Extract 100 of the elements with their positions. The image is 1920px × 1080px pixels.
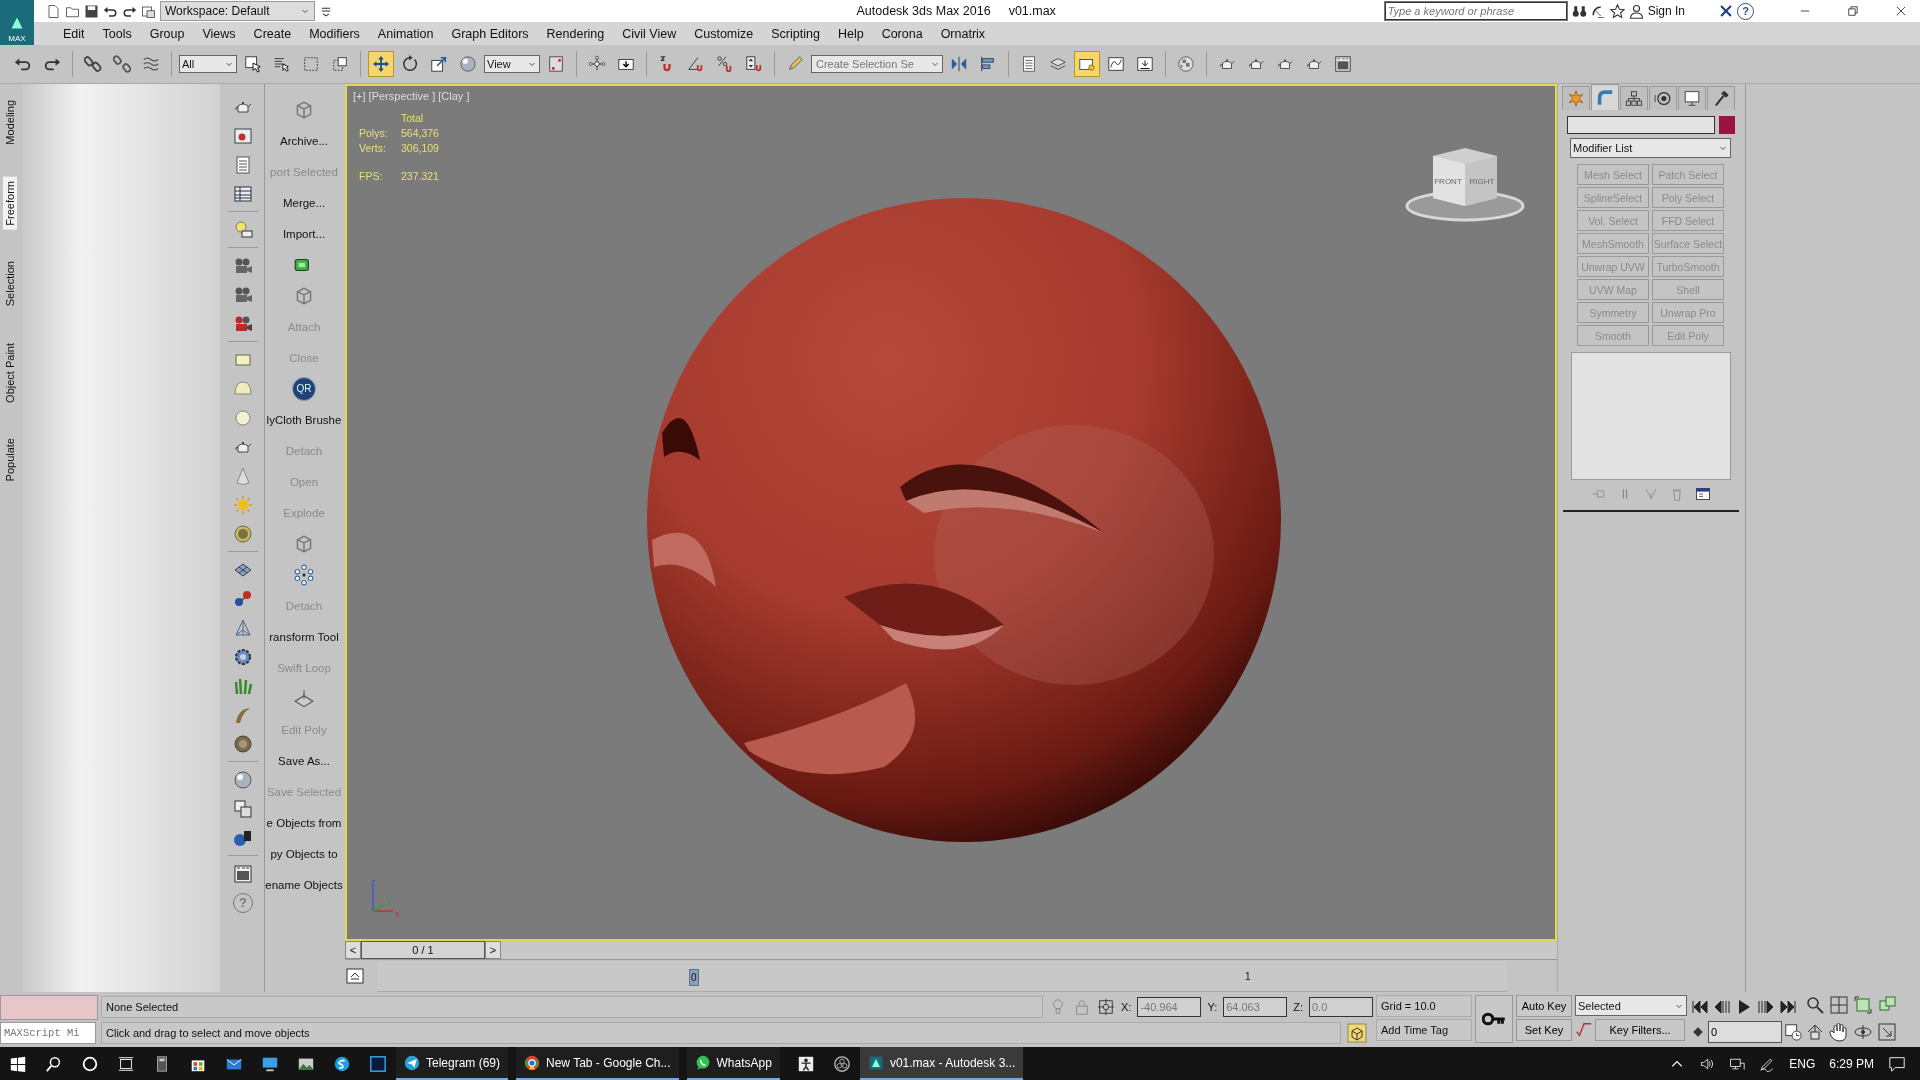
view-cube[interactable]: FRONT RIGHT [1403, 144, 1527, 224]
search-field[interactable]: Type a keyword or phrase [1383, 1, 1568, 21]
current-frame-marker[interactable]: 0 [689, 968, 699, 986]
move-icon[interactable] [368, 51, 394, 77]
render-window-icon[interactable] [233, 125, 253, 146]
square-app-icon[interactable] [369, 1054, 387, 1073]
configure-sets-icon[interactable] [1694, 486, 1711, 502]
menu-item[interactable]: Graph Editors [442, 26, 538, 41]
menu-item[interactable]: Help [828, 26, 873, 41]
menu-item[interactable]: Animation [368, 26, 443, 41]
zoom-icon[interactable] [1805, 995, 1825, 1015]
new-file-icon[interactable] [46, 3, 61, 19]
satellite-dish-icon[interactable] [1590, 3, 1606, 19]
task-view-icon[interactable] [117, 1054, 135, 1073]
command-button[interactable]: Merge... [265, 187, 343, 218]
speech-bubble-icon[interactable] [1888, 1054, 1906, 1073]
skype-icon[interactable] [333, 1054, 351, 1073]
ribbon-tab[interactable]: Modeling [3, 96, 17, 149]
windows-logo-icon[interactable] [9, 1054, 27, 1073]
object-color-swatch[interactable] [1718, 116, 1735, 134]
maximize-toggle-icon[interactable] [1877, 1022, 1897, 1042]
binoculars-icon[interactable] [1571, 3, 1587, 19]
set-keys-button[interactable] [1475, 995, 1513, 1043]
menu-item[interactable]: Group [140, 26, 194, 41]
key-filters-button[interactable]: Key Filters... [1595, 1018, 1685, 1041]
track-bar[interactable]: 0 1 [377, 960, 1507, 992]
molecule-icon[interactable] [233, 588, 253, 609]
command-button[interactable]: ename Objects [265, 869, 343, 900]
circle-outline-icon[interactable] [81, 1054, 99, 1073]
hierarchy-icon[interactable] [1620, 86, 1648, 110]
ribbon-tab[interactable]: Object Paint [3, 338, 17, 407]
list-icon[interactable] [233, 154, 253, 175]
taskbar-app[interactable]: v01.max - Autodesk 3... [859, 1047, 1024, 1080]
clock[interactable]: 6:29 PM [1829, 1056, 1874, 1071]
fur-ball-icon[interactable] [233, 733, 253, 754]
taskbar-app[interactable]: Telegram (69) [396, 1047, 509, 1080]
menu-item[interactable]: Civil View [613, 26, 686, 41]
sign-in-link[interactable]: Sign In [1647, 4, 1685, 18]
target-icon[interactable] [1649, 86, 1677, 110]
menu-item[interactable]: Ornatrix [931, 26, 995, 41]
command-button[interactable]: e Objects from [265, 807, 343, 838]
close-icon[interactable] [1894, 4, 1908, 18]
ribbon-tab[interactable]: Freeform [3, 176, 17, 230]
taskbar-app[interactable]: New Tab - Google Ch... [516, 1047, 679, 1080]
menu-item[interactable]: Tools [93, 26, 141, 41]
table-icon[interactable] [233, 183, 253, 204]
menu-item[interactable]: Scripting [762, 26, 829, 41]
person-icon[interactable] [1628, 3, 1644, 19]
frame-window-icon[interactable] [233, 863, 253, 884]
menu-item[interactable]: Create [244, 26, 301, 41]
hand-icon[interactable] [1829, 1022, 1849, 1042]
command-button[interactable]: lyCloth Brushe [265, 404, 343, 435]
bent-tube-icon[interactable] [1591, 84, 1619, 110]
ribbon-tab[interactable]: Populate [3, 434, 17, 486]
dropdown[interactable]: All [179, 55, 237, 73]
cube-tag-icon[interactable] [1347, 1023, 1367, 1043]
circle-spiral-icon[interactable] [832, 1054, 851, 1073]
key-mode-dropdown[interactable]: Selected [1575, 995, 1687, 1016]
dot-ring-icon[interactable] [293, 563, 315, 586]
time-config-icon[interactable] [1784, 1022, 1802, 1041]
menu-item[interactable]: Rendering [537, 26, 614, 41]
command-button[interactable]: Import... [265, 218, 343, 249]
modifier-list-dropdown[interactable]: Modifier List [1570, 138, 1731, 158]
zoom-extents-icon[interactable] [1853, 995, 1873, 1015]
menu-item[interactable]: Edit [54, 26, 94, 41]
command-button[interactable]: ransform Tool [265, 621, 343, 652]
command-button[interactable]: py Objects to [265, 838, 343, 869]
menu-item[interactable]: Customize [685, 26, 763, 41]
light-bulb-icon[interactable] [233, 219, 253, 240]
next-frame-button[interactable]: > [485, 941, 501, 959]
curve-toggle-icon[interactable] [345, 966, 365, 986]
gear-icon[interactable] [233, 646, 253, 667]
key-curve-icon[interactable] [1575, 1020, 1593, 1039]
field-of-view-icon[interactable] [1805, 1022, 1825, 1042]
menu-item[interactable]: Corona [872, 26, 932, 41]
add-time-tag-button[interactable]: Add Time Tag [1376, 1019, 1472, 1041]
frame-field[interactable]: 0 [1708, 1020, 1782, 1043]
folder-bulb-icon[interactable] [1074, 51, 1100, 77]
zoom-all-icon[interactable] [1829, 995, 1849, 1015]
figure-icon[interactable] [796, 1054, 815, 1073]
hammer-icon[interactable] [1707, 86, 1735, 110]
object-name-field[interactable] [1566, 116, 1715, 134]
taskbar-app[interactable]: WhatsApp [686, 1047, 780, 1080]
menu-item[interactable]: Views [193, 26, 245, 41]
viewport[interactable]: [+] [Perspective ] [Clay ] Total Polys: 564,376 Verts: 306,109 FPS: 237.321 FRONT RIGHT z x y [345, 84, 1557, 941]
workspace-dropdown[interactable]: Workspace: Default [160, 1, 315, 21]
search-icon[interactable] [45, 1054, 63, 1073]
restore-icon[interactable] [1846, 4, 1860, 18]
command-button[interactable]: Archive... [265, 125, 343, 156]
selection-set-field[interactable]: Create Selection Se [811, 55, 943, 73]
star-burst-icon[interactable] [1562, 86, 1590, 110]
time-slider-thumb[interactable]: 0 / 1 [361, 941, 485, 959]
sphere-icon[interactable] [233, 769, 253, 790]
x-shape-icon[interactable] [1719, 4, 1733, 18]
dropdown[interactable]: View [484, 55, 540, 73]
checker-plane-icon[interactable] [293, 687, 315, 710]
star-icon[interactable] [1609, 3, 1625, 19]
ribbon-tab[interactable]: Selection [3, 257, 17, 311]
project-folder-icon[interactable] [141, 3, 156, 19]
command-button[interactable]: Save As... [265, 745, 343, 776]
